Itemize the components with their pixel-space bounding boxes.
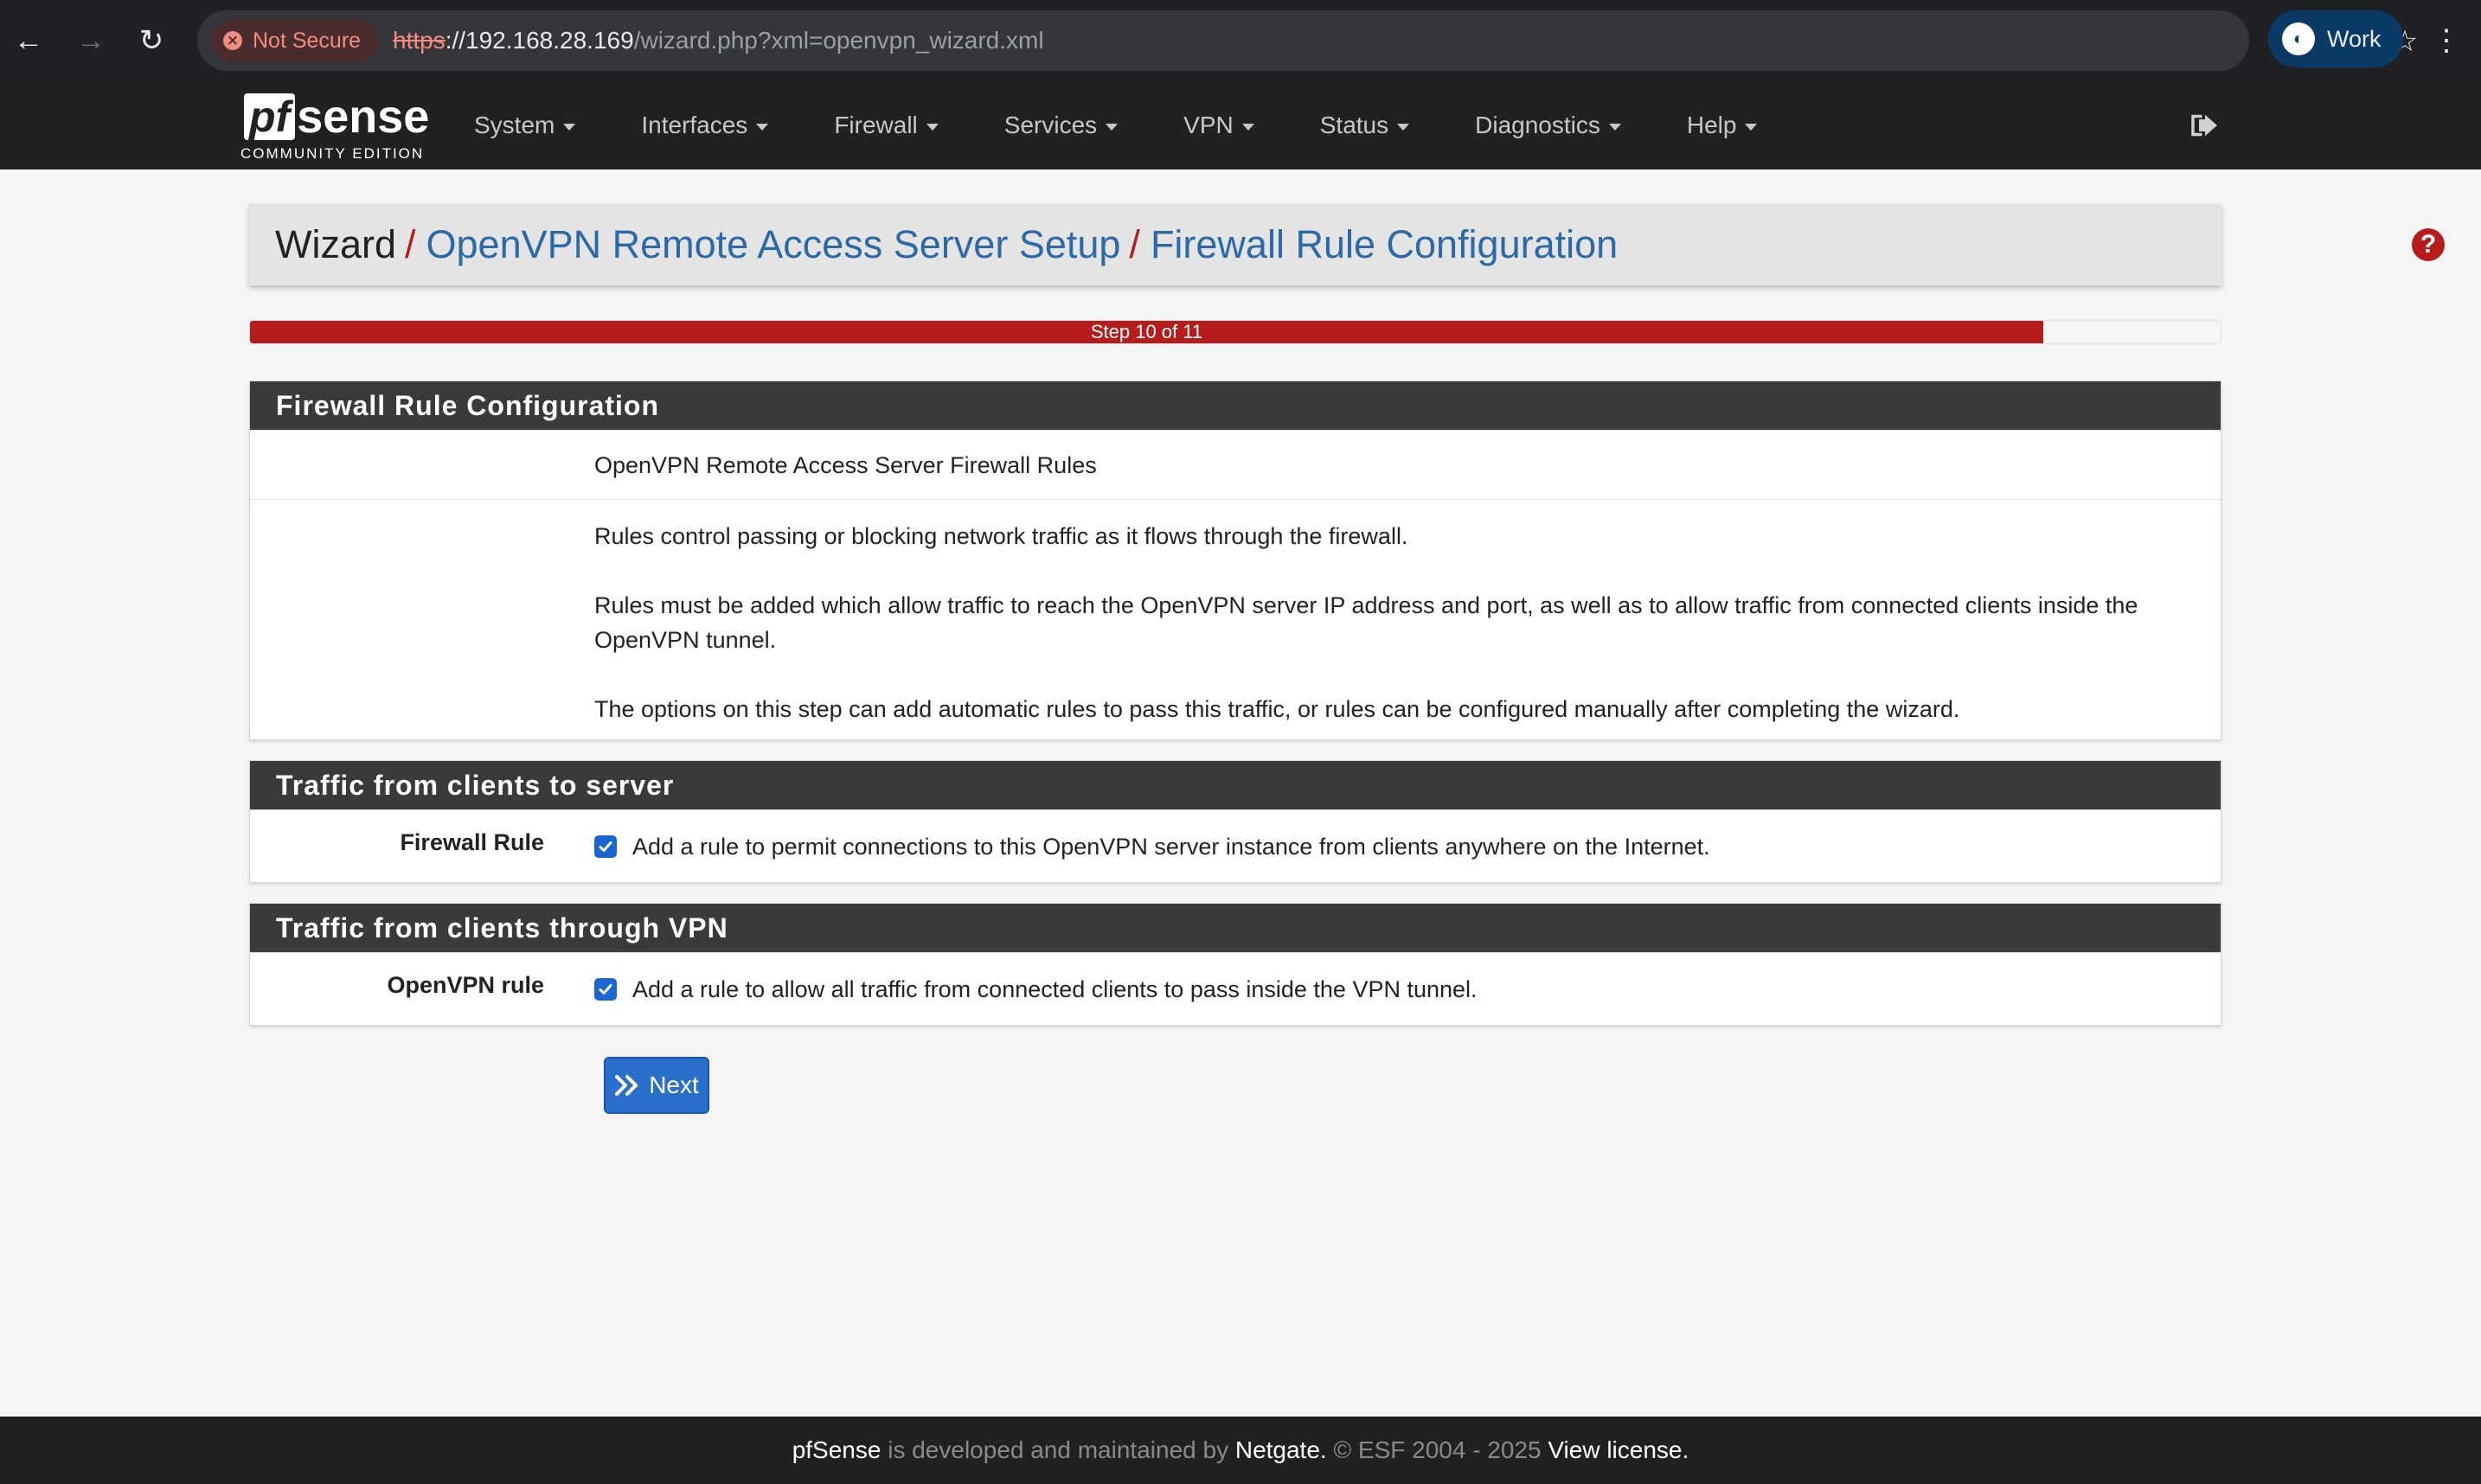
menu-system[interactable]: System xyxy=(441,81,608,170)
caret-down-icon xyxy=(1745,124,1758,131)
caret-down-icon xyxy=(926,124,939,131)
openvpn-rule-option[interactable]: Add a rule to allow all traffic from con… xyxy=(594,972,2200,1007)
footer-netgate-link[interactable]: Netgate. xyxy=(1235,1436,1327,1464)
openvpn-rule-row: OpenVPN rule Add a rule to allow all tra… xyxy=(250,952,2221,1025)
openvpn-rule-text: Add a rule to allow all traffic from con… xyxy=(632,976,1478,1002)
progress-fill: Step 10 of 11 xyxy=(250,321,2043,343)
address-bar[interactable]: × Not Secure https://192.168.28.169/wiza… xyxy=(197,10,2418,71)
menu-status[interactable]: Status xyxy=(1287,81,1442,170)
caret-down-icon xyxy=(563,124,576,131)
checkmark-icon xyxy=(599,841,612,852)
progress-label: Step 10 of 11 xyxy=(1090,321,1203,342)
checkmark-icon xyxy=(599,984,612,995)
config-para-1: Rules control passing or blocking networ… xyxy=(594,523,1408,549)
caret-down-icon xyxy=(1106,124,1119,131)
logo-pf: pf xyxy=(244,93,296,140)
menu-status-label: Status xyxy=(1319,112,1389,138)
breadcrumb-separator: / xyxy=(1129,222,1140,266)
forward-arrow-icon[interactable]: → xyxy=(69,19,112,62)
config-panel-heading: Firewall Rule Configuration xyxy=(250,381,2221,430)
firewall-rule-checkbox[interactable] xyxy=(594,835,617,858)
reload-icon[interactable]: ↻ xyxy=(130,19,173,62)
firewall-rule-text: Add a rule to permit connections to this… xyxy=(632,834,1710,860)
next-button-label: Next xyxy=(649,1071,699,1098)
breadcrumb-separator: / xyxy=(405,222,416,266)
next-button[interactable]: Next xyxy=(604,1057,709,1114)
menu-services[interactable]: Services xyxy=(971,81,1151,170)
menu-system-label: System xyxy=(474,112,555,138)
profile-label: Work xyxy=(2327,25,2382,52)
menu-vpn-label: VPN xyxy=(1183,112,1234,138)
menu-diagnostics[interactable]: Diagnostics xyxy=(1442,81,1654,170)
firewall-rule-row: Firewall Rule Add a rule to permit conne… xyxy=(250,809,2221,882)
browser-toolbar: ← → ↻ × Not Secure https://192.168.28.16… xyxy=(0,0,2481,81)
caret-down-icon xyxy=(1241,124,1254,131)
config-panel: Firewall Rule Configuration OpenVPN Remo… xyxy=(249,381,2221,740)
firewall-rule-label: Firewall Rule xyxy=(400,829,544,855)
url-path: /wizard.php?xml=openvpn_wizard.xml xyxy=(633,27,1044,54)
url-text[interactable]: https://192.168.28.169/wizard.php?xml=op… xyxy=(393,10,1044,71)
menu-diagnostics-label: Diagnostics xyxy=(1475,112,1600,138)
wizard-progress-bar: Step 10 of 11 xyxy=(249,320,2221,344)
caret-down-icon xyxy=(1397,124,1410,131)
browser-menu-icon[interactable]: ⋮ xyxy=(2429,19,2464,62)
menu-interfaces-label: Interfaces xyxy=(641,112,748,138)
firewall-rule-option[interactable]: Add a rule to permit connections to this… xyxy=(594,829,2200,864)
config-subtitle-row: OpenVPN Remote Access Server Firewall Ru… xyxy=(250,430,2221,499)
menu-help[interactable]: Help xyxy=(1654,81,1791,170)
security-chip[interactable]: × Not Secure xyxy=(211,20,379,61)
menu-vpn[interactable]: VPN xyxy=(1151,81,1287,170)
nav-menu: System Interfaces Firewall Services VPN … xyxy=(441,81,1790,170)
config-para-2: Rules must be added which allow traffic … xyxy=(594,592,2138,653)
config-description: Rules control passing or blocking networ… xyxy=(594,500,2221,726)
url-scheme: https xyxy=(393,27,446,54)
profile-button[interactable]: ◐ Work xyxy=(2268,10,2403,67)
double-chevron-right-icon xyxy=(615,1075,638,1096)
footer-text-1: is developed and maintained by xyxy=(881,1436,1235,1463)
menu-help-label: Help xyxy=(1686,112,1737,138)
url-host: ://192.168.28.169 xyxy=(445,27,634,54)
back-arrow-icon[interactable]: ← xyxy=(7,19,50,62)
server-traffic-panel: Traffic from clients to server Firewall … xyxy=(249,760,2221,883)
logo-sense: sense xyxy=(297,91,430,143)
breadcrumb-wizard-link[interactable]: OpenVPN Remote Access Server Setup xyxy=(426,222,1121,267)
page-footer: pfSense is developed and maintained by N… xyxy=(0,1417,2481,1484)
main-navbar: pf sense COMMUNITY EDITION System Interfa… xyxy=(0,81,2481,170)
caret-down-icon xyxy=(1608,124,1621,131)
help-icon[interactable]: ? xyxy=(2412,228,2445,261)
not-secure-icon: × xyxy=(223,31,242,50)
config-subtitle: OpenVPN Remote Access Server Firewall Ru… xyxy=(594,452,1097,478)
footer-brand-link[interactable]: pfSense xyxy=(792,1436,881,1464)
security-label: Not Secure xyxy=(253,28,362,53)
menu-firewall-label: Firewall xyxy=(834,112,918,138)
breadcrumb-root: Wizard xyxy=(275,222,397,266)
breadcrumb-step-link[interactable]: Firewall Rule Configuration xyxy=(1151,222,1618,267)
openvpn-rule-checkbox[interactable] xyxy=(594,978,617,1001)
config-para-3: The options on this step can add automat… xyxy=(594,696,1960,722)
menu-interfaces[interactable]: Interfaces xyxy=(608,81,801,170)
logo-edition: COMMUNITY EDITION xyxy=(240,145,425,162)
footer-text-2: © ESF 2004 - 2025 xyxy=(1326,1436,1548,1463)
openvpn-rule-label: OpenVPN rule xyxy=(387,972,544,998)
breadcrumb: Wizard / OpenVPN Remote Access Server Se… xyxy=(249,204,2445,285)
vpn-traffic-panel: Traffic from clients through VPN OpenVPN… xyxy=(249,903,2221,1026)
menu-services-label: Services xyxy=(1003,112,1098,138)
pfsense-logo[interactable]: pf sense COMMUNITY EDITION xyxy=(240,90,430,163)
server-traffic-heading: Traffic from clients to server xyxy=(250,761,2221,809)
menu-firewall[interactable]: Firewall xyxy=(801,81,971,170)
footer-license-link[interactable]: View license. xyxy=(1548,1436,1689,1464)
caret-down-icon xyxy=(756,124,769,131)
config-description-row: Rules control passing or blocking networ… xyxy=(250,499,2221,739)
profile-avatar-icon: ◐ xyxy=(2282,22,2315,55)
vpn-traffic-heading: Traffic from clients through VPN xyxy=(250,904,2221,952)
logout-icon[interactable] xyxy=(2187,107,2223,144)
